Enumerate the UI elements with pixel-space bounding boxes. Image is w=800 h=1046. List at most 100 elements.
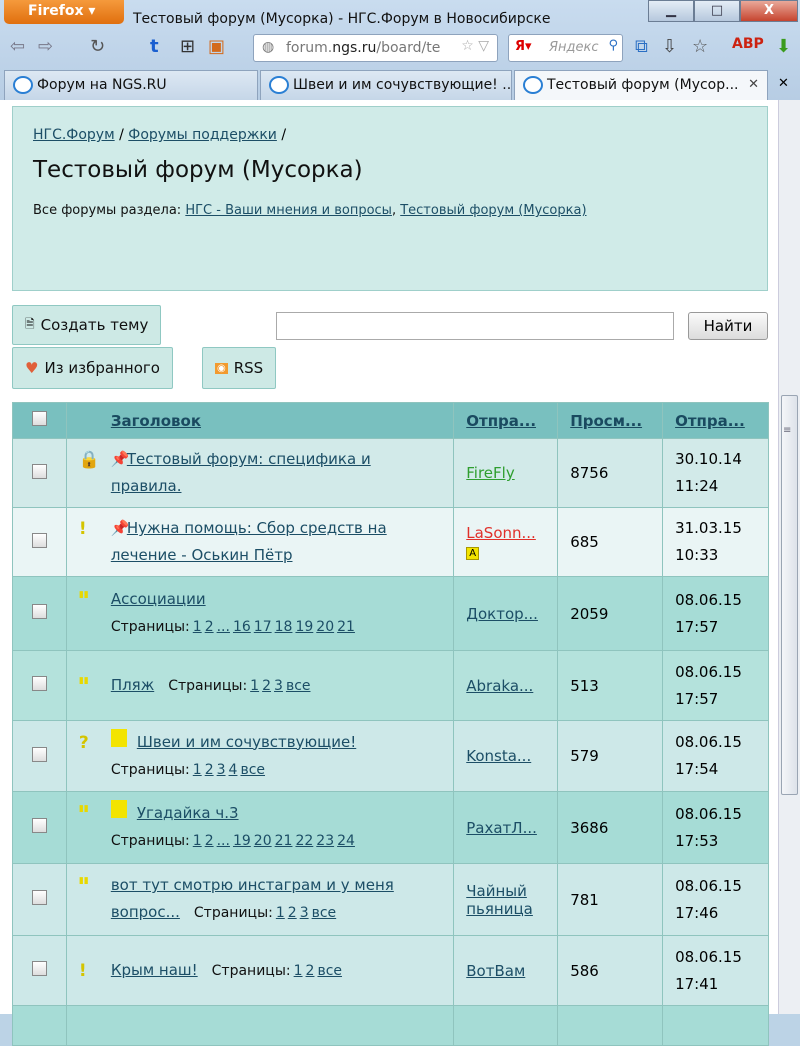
- page-link[interactable]: все: [286, 678, 311, 694]
- author-link[interactable]: Konsta...: [466, 747, 531, 765]
- topic-link[interactable]: Нужна помощь: Сбор средств на лечение - …: [111, 519, 387, 564]
- search-icon[interactable]: ⚲: [608, 38, 618, 53]
- adblock-icon[interactable]: ABP: [732, 36, 764, 52]
- new-tab-icon[interactable]: ⊞: [180, 36, 195, 57]
- breadcrumb: НГС.Форум / Форумы поддержки /: [33, 127, 287, 143]
- close-window-button[interactable]: X: [740, 0, 798, 22]
- page-link[interactable]: 23: [316, 833, 334, 849]
- topic-link[interactable]: Пляж: [111, 676, 154, 694]
- page-link[interactable]: 16: [233, 619, 251, 635]
- page-link[interactable]: 3: [217, 762, 226, 778]
- firefox-menu-button[interactable]: Firefox ▾: [4, 0, 124, 24]
- search-input[interactable]: [276, 312, 674, 340]
- share-icon[interactable]: ⧉: [635, 36, 648, 57]
- page-link[interactable]: 2: [205, 619, 214, 635]
- page-link[interactable]: 2: [262, 678, 271, 694]
- search-button[interactable]: Найти: [688, 312, 768, 340]
- row-checkbox[interactable]: [31, 532, 47, 548]
- page-link[interactable]: 1: [193, 619, 202, 635]
- page-link[interactable]: 21: [275, 833, 293, 849]
- rss-button[interactable]: ◉ RSS: [202, 347, 277, 389]
- page-link[interactable]: 2: [205, 762, 214, 778]
- page-link[interactable]: 1: [193, 833, 202, 849]
- row-checkbox[interactable]: [31, 463, 47, 479]
- forum-link[interactable]: НГС - Ваши мнения и вопросы: [185, 203, 392, 218]
- star-icon[interactable]: ☆ ▽: [461, 38, 489, 54]
- forum-link[interactable]: Тестовый форум (Мусорка): [400, 203, 586, 218]
- views: 2059: [557, 576, 664, 651]
- last-post-time: 17:57: [675, 689, 719, 708]
- addon-fox-icon[interactable]: ▣: [208, 36, 225, 57]
- topic-link[interactable]: Ассоциации: [111, 590, 206, 608]
- close-tabs-icon[interactable]: ✕: [778, 76, 789, 91]
- search-bar[interactable]: Я▾ Яндекс ⚲: [508, 34, 623, 62]
- sort-views[interactable]: Просм...: [570, 412, 642, 430]
- row-checkbox[interactable]: [31, 676, 47, 691]
- page-link[interactable]: 3: [274, 678, 283, 694]
- download-icon[interactable]: ⇩: [662, 36, 677, 57]
- page-link[interactable]: все: [240, 762, 265, 778]
- page-link[interactable]: 2: [288, 905, 297, 921]
- reload-icon[interactable]: ↻: [90, 36, 105, 57]
- page-link[interactable]: 24: [337, 833, 355, 849]
- breadcrumb-link[interactable]: Форумы поддержки: [128, 127, 277, 143]
- scrollbar-thumb[interactable]: [781, 395, 798, 795]
- author-link[interactable]: Чайный пьяница: [466, 882, 533, 918]
- page-link[interactable]: 20: [254, 833, 272, 849]
- favorites-button[interactable]: ♥ Из избранного: [12, 347, 173, 389]
- page-link[interactable]: 1: [250, 678, 259, 694]
- author-link[interactable]: Доктор...: [466, 605, 538, 623]
- author-link[interactable]: РахатЛ...: [466, 819, 537, 837]
- author-link[interactable]: LaSonn...: [466, 524, 536, 542]
- topic-link[interactable]: Тестовый форум: специфика и правила.: [111, 450, 371, 495]
- page-link[interactable]: 4: [229, 762, 238, 778]
- back-icon[interactable]: ⇦: [10, 36, 25, 57]
- page-link[interactable]: ...: [217, 833, 230, 849]
- topic-link[interactable]: Крым наш!: [111, 961, 198, 979]
- scrollbar[interactable]: ≡: [778, 100, 800, 1014]
- page-link[interactable]: 3: [300, 905, 309, 921]
- page-link[interactable]: 17: [254, 619, 272, 635]
- page-link[interactable]: 20: [316, 619, 334, 635]
- author-link[interactable]: Abraka...: [466, 677, 533, 695]
- breadcrumb-link[interactable]: НГС.Форум: [33, 127, 115, 143]
- page-link[interactable]: 21: [337, 619, 355, 635]
- page-link[interactable]: ...: [217, 619, 230, 635]
- addon-icon[interactable]: t: [150, 36, 159, 57]
- row-checkbox[interactable]: [31, 890, 47, 905]
- sort-author[interactable]: Отпра...: [466, 412, 536, 430]
- page-link[interactable]: 22: [295, 833, 313, 849]
- maximize-button[interactable]: □: [694, 0, 740, 22]
- close-tab-icon[interactable]: ✕: [748, 77, 759, 92]
- page-link[interactable]: 1: [276, 905, 285, 921]
- topic-link[interactable]: Швеи и им сочувствующие!: [137, 733, 356, 751]
- forward-icon[interactable]: ⇨: [38, 36, 53, 57]
- green-download-icon[interactable]: ⬇: [776, 36, 791, 57]
- page-link[interactable]: 1: [294, 963, 303, 979]
- page-link[interactable]: 1: [193, 762, 202, 778]
- topic-link[interactable]: Угадайка ч.3: [137, 804, 239, 822]
- select-all-checkbox[interactable]: [31, 411, 47, 426]
- row-checkbox[interactable]: [31, 746, 47, 762]
- page-link[interactable]: все: [317, 963, 342, 979]
- author-link[interactable]: FireFly: [466, 464, 514, 482]
- row-checkbox[interactable]: [31, 818, 47, 833]
- sort-title[interactable]: Заголовок: [111, 412, 201, 430]
- sort-last-post[interactable]: Отпра...: [675, 412, 745, 430]
- row-checkbox[interactable]: [31, 961, 47, 976]
- author-link[interactable]: ВотВам: [466, 962, 525, 980]
- bookmarks-icon[interactable]: ☆: [692, 36, 708, 57]
- page-link[interactable]: 2: [205, 833, 214, 849]
- row-checkbox[interactable]: [31, 604, 47, 619]
- tab-shvei[interactable]: Швеи и им сочувствующие! ...: [260, 70, 512, 100]
- page-link[interactable]: 18: [275, 619, 293, 635]
- tab-test-forum[interactable]: Тестовый форум (Мусор... ✕: [514, 70, 768, 100]
- page-link[interactable]: все: [312, 905, 337, 921]
- page-link[interactable]: 19: [295, 619, 313, 635]
- page-link[interactable]: 2: [306, 963, 315, 979]
- create-topic-button[interactable]: 🗎 Создать тему: [12, 305, 162, 345]
- url-bar[interactable]: ◍ forum.ngs.ru/board/te ☆ ▽: [253, 34, 498, 62]
- page-link[interactable]: 19: [233, 833, 251, 849]
- minimize-button[interactable]: ▁: [648, 0, 694, 22]
- tab-forum-ngs[interactable]: Форум на NGS.RU: [4, 70, 258, 100]
